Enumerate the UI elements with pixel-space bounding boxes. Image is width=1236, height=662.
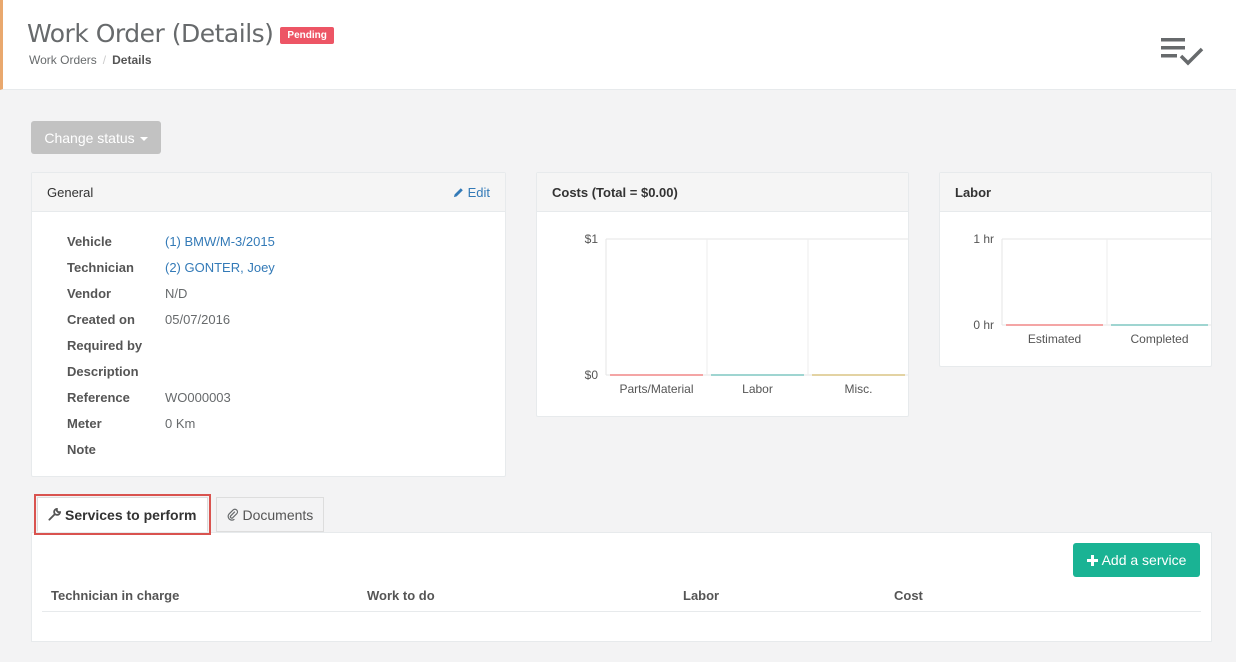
page-title: Work Order (Details) — [27, 19, 274, 48]
breadcrumb-work-orders[interactable]: Work Orders — [29, 53, 97, 67]
y-tick-label: $1 — [585, 232, 599, 246]
detail-row-note: Note — [67, 436, 505, 462]
detail-row-created-on: Created on 05/07/2016 — [67, 306, 505, 332]
detail-row-vendor: Vendor N/D — [67, 280, 505, 306]
detail-label: Meter — [67, 415, 102, 431]
y-tick-label: $0 — [585, 368, 599, 382]
general-heading: General — [47, 184, 94, 200]
x-tick-label: Misc. — [845, 382, 873, 396]
breadcrumb-separator: / — [102, 53, 107, 67]
bar-estimated — [1006, 324, 1103, 326]
x-tick-label: Parts/Material — [619, 382, 693, 396]
general-panel: General Edit Vehicle (1) BMW/M-3/2015 Tec… — [31, 172, 506, 477]
detail-label: Note — [67, 441, 96, 457]
labor-panel: Labor 0 hr 1 hr Estimated Completed — [939, 172, 1212, 367]
detail-row-description: Description — [67, 358, 505, 384]
detail-row-meter: Meter 0 Km — [67, 410, 505, 436]
detail-row-vehicle: Vehicle (1) BMW/M-3/2015 — [67, 228, 505, 254]
change-status-label: Change status — [44, 129, 135, 146]
column-work-to-do: Work to do — [367, 588, 435, 603]
x-tick-label: Labor — [742, 382, 773, 396]
checklist-icon[interactable] — [1159, 36, 1205, 68]
pencil-icon — [453, 187, 463, 197]
change-status-button[interactable]: Change status — [31, 121, 161, 154]
paperclip-icon — [227, 508, 238, 521]
caret-down-icon — [139, 136, 148, 141]
column-technician: Technician in charge — [51, 588, 180, 603]
labor-heading: Labor — [955, 184, 992, 200]
bar-misc- — [812, 374, 905, 376]
detail-row-required-by: Required by — [67, 332, 505, 358]
technician-link[interactable]: (2) GONTER, Joey — [165, 260, 275, 275]
detail-value: N/D — [165, 285, 188, 301]
costs-chart: $0 $1 Parts/Material Labor Misc. — [585, 232, 909, 396]
detail-row-reference: Reference WO000003 — [67, 384, 505, 410]
tab-services-to-perform[interactable]: Services to perform — [34, 494, 211, 535]
detail-label: Technician — [67, 259, 134, 275]
add-service-button[interactable]: Add a service — [1073, 543, 1200, 577]
y-tick-label: 0 hr — [973, 318, 994, 332]
page-header: Work Order (Details) Pending Work Orders… — [0, 0, 1236, 90]
bar-parts-material — [610, 374, 703, 376]
detail-label: Vehicle — [67, 233, 112, 249]
plus-icon — [1086, 554, 1098, 566]
tab-label: Services to perform — [65, 506, 197, 523]
services-table-header: Technician in charge Work to do Labor Co… — [42, 583, 1201, 612]
detail-value: 0 Km — [165, 415, 196, 431]
tab-documents[interactable]: Documents — [215, 497, 325, 532]
add-service-label: Add a service — [1101, 552, 1187, 568]
details-list: Vehicle (1) BMW/M-3/2015 Technician (2) GO… — [32, 212, 505, 462]
x-tick-label: Estimated — [1028, 332, 1081, 346]
column-labor: Labor — [683, 588, 720, 603]
bar-completed — [1111, 324, 1208, 326]
detail-label: Description — [67, 363, 139, 379]
vehicle-link[interactable]: (1) BMW/M-3/2015 — [165, 234, 275, 249]
costs-heading: Costs (Total = $0.00) — [552, 184, 678, 200]
detail-label: Created on — [67, 311, 135, 327]
edit-link[interactable]: Edit — [453, 185, 490, 200]
breadcrumb-details: Details — [112, 53, 152, 67]
y-tick-label: 1 hr — [973, 232, 994, 246]
x-tick-label: Completed — [1130, 332, 1188, 346]
costs-panel: Costs (Total = $0.00) $0 $1 Parts/Material… — [536, 172, 909, 417]
costs-panel-header: Costs (Total = $0.00) — [537, 173, 908, 212]
detail-value: WO000003 — [165, 389, 231, 405]
labor-chart: 0 hr 1 hr Estimated Completed — [973, 232, 1212, 346]
detail-value: 05/07/2016 — [165, 311, 231, 327]
tab-label: Documents — [242, 506, 314, 523]
title-row: Work Order (Details) Pending — [27, 19, 334, 48]
services-tab-content: Add a service Technician in charge Work … — [31, 532, 1212, 642]
detail-label: Required by — [67, 337, 143, 353]
detail-label: Vendor — [67, 285, 112, 301]
column-cost: Cost — [894, 588, 923, 603]
detail-row-technician: Technician (2) GONTER, Joey — [67, 254, 505, 280]
status-badge: Pending — [280, 27, 334, 44]
tab-bar: Services to perform Documents — [31, 494, 325, 535]
wrench-icon — [48, 508, 61, 521]
labor-panel-header: Labor — [940, 173, 1211, 212]
detail-label: Reference — [67, 389, 130, 405]
bar-labor — [711, 374, 804, 376]
breadcrumb: Work Orders / Details — [29, 53, 152, 67]
general-panel-header: General Edit — [32, 173, 505, 212]
edit-label: Edit — [467, 184, 490, 200]
